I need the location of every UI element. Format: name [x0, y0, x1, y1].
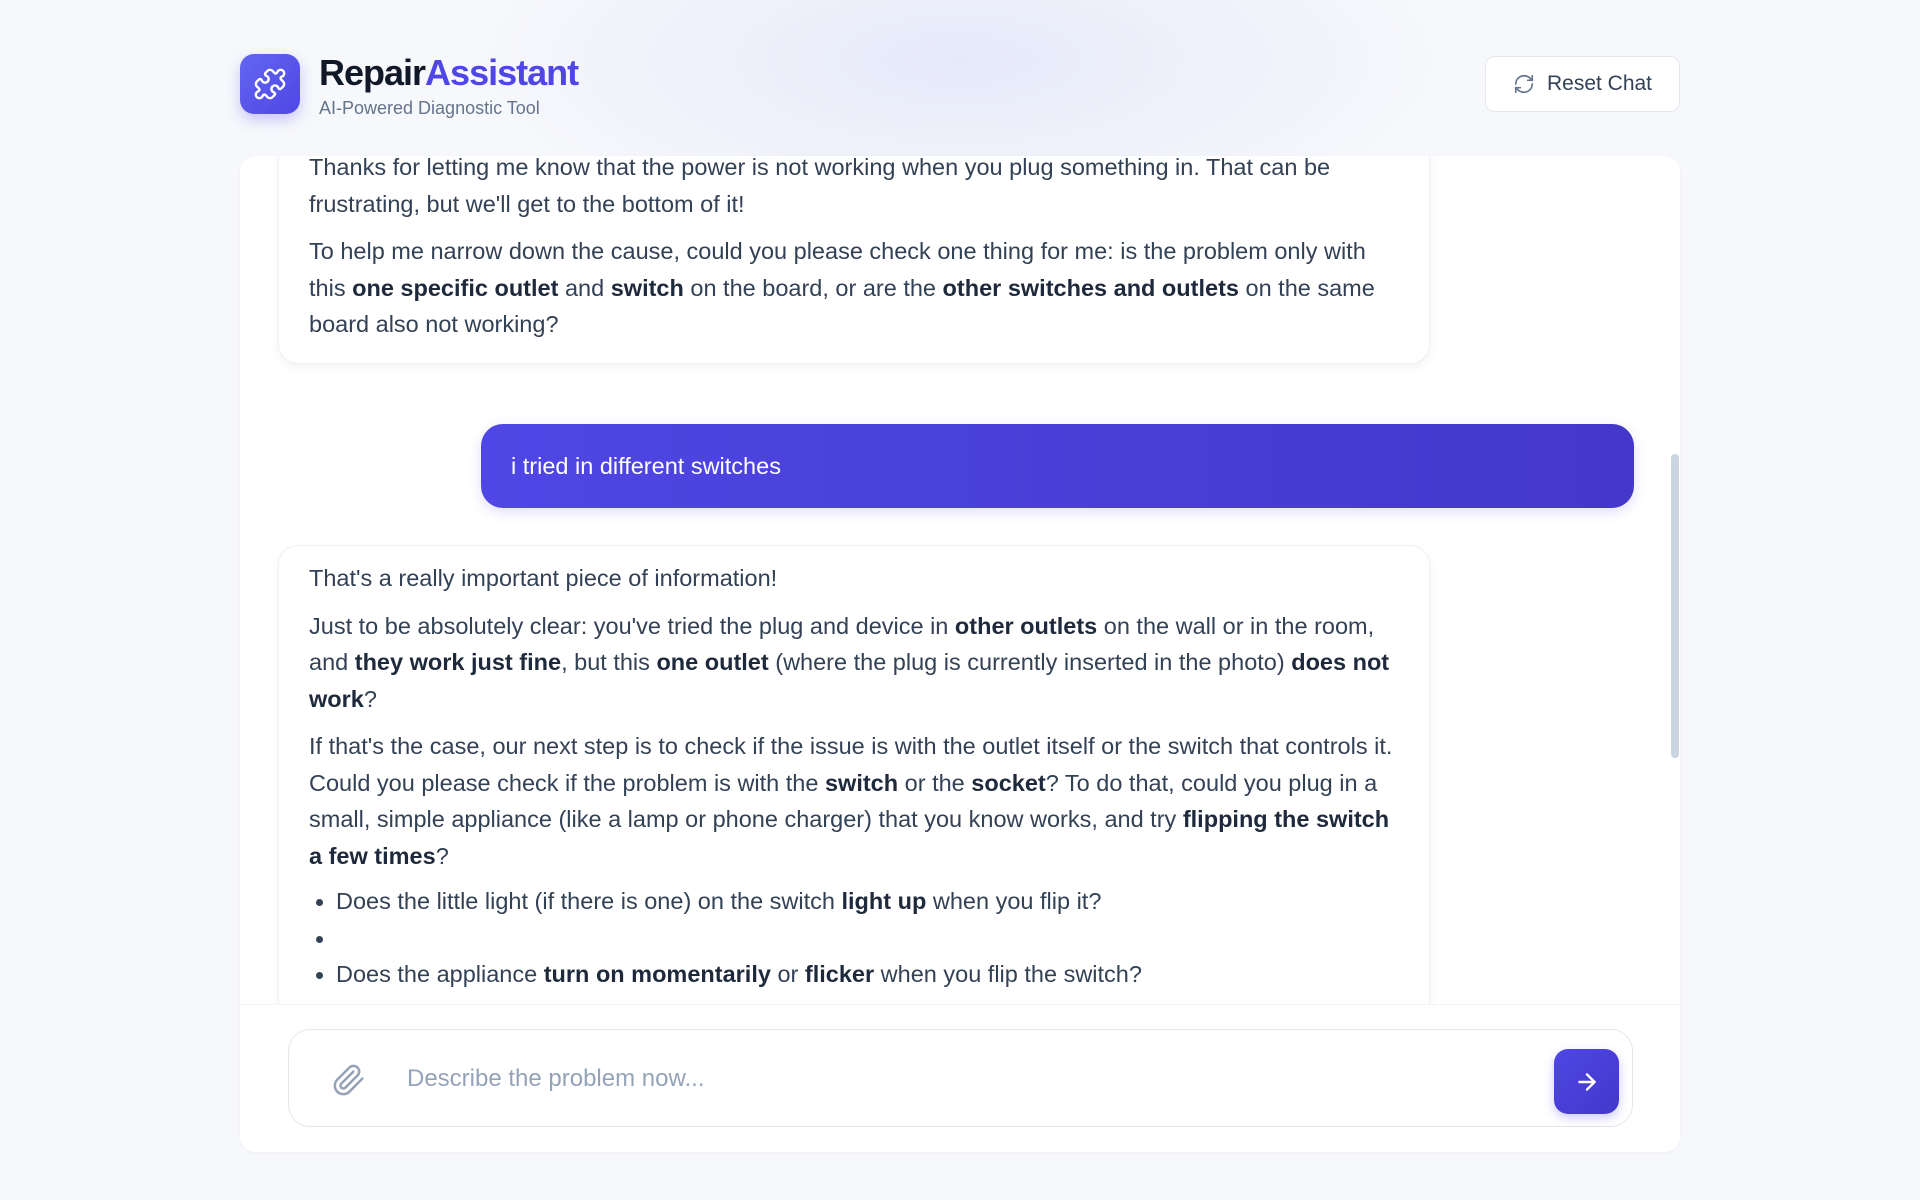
app-title-part1: Repair [319, 52, 426, 93]
reset-chat-label: Reset Chat [1546, 72, 1653, 95]
text-span: on the board, or are the [683, 274, 943, 301]
chat-panel: Thanks for letting me know that the powe… [240, 156, 1680, 1152]
message-paragraph: If that's the case, our next step is to … [309, 728, 1399, 874]
text-span: That's a really important piece of infor… [309, 565, 778, 591]
attach-button[interactable] [329, 1060, 369, 1100]
refresh-icon [1514, 74, 1534, 94]
puzzle-icon [254, 68, 286, 100]
text-span: Just to be absolutely clear: you've trie… [309, 612, 955, 639]
list-item [309, 920, 1399, 957]
bullet-list: Does the little light (if there is one) … [309, 883, 1399, 993]
app-logo [240, 54, 300, 114]
app-header: RepairAssistant AI-Powered Diagnostic To… [240, 53, 1680, 123]
message-paragraph: To help me narrow down the cause, could … [309, 233, 1399, 343]
text-span: when you flip the switch? [874, 961, 1142, 987]
text-span: when you flip it? [926, 888, 1102, 914]
text-span: or the [898, 769, 972, 796]
app-title: RepairAssistant [319, 52, 579, 93]
bold-text: other outlets [954, 612, 1098, 639]
list-item: Does the little light (if there is one) … [309, 883, 1399, 920]
bold-text: switch [610, 274, 684, 301]
text-span: , but this [561, 649, 657, 675]
paperclip-icon [333, 1064, 364, 1096]
composer [240, 1004, 1680, 1152]
bold-text: flicker [804, 961, 875, 987]
problem-input[interactable] [407, 1054, 1407, 1104]
message-paragraph: Thanks for letting me know that the powe… [309, 156, 1399, 222]
text-span: or [770, 961, 805, 987]
text-span: Does the appliance [336, 961, 544, 987]
list-item: Does the appliance turn on momentarily o… [309, 956, 1399, 993]
user-message: i tried in different switches [481, 424, 1634, 508]
bold-text: socket [971, 769, 1046, 796]
composer-box [288, 1029, 1633, 1127]
text-span: and [558, 274, 611, 301]
text-span: Thanks for letting me know that the powe… [309, 156, 1331, 217]
bold-text: switch [824, 769, 899, 796]
message-paragraph: That's a really important piece of infor… [309, 560, 1399, 597]
bold-text: other switches and outlets [942, 274, 1239, 301]
chat-scrollbar[interactable] [1671, 454, 1679, 758]
arrow-right-icon [1577, 1072, 1596, 1091]
text-span: ? [363, 685, 377, 712]
text-span: ? [435, 842, 449, 869]
text-span: Does the little light (if there is one) … [336, 888, 842, 914]
bold-text: light up [841, 888, 927, 914]
assistant-message: That's a really important piece of infor… [278, 545, 1430, 1004]
bold-text: turn on momentarily [543, 961, 771, 987]
message-list[interactable]: Thanks for letting me know that the powe… [240, 156, 1680, 1004]
message-paragraph: Just to be absolutely clear: you've trie… [309, 608, 1399, 718]
user-message-text: i tried in different switches [511, 452, 781, 479]
text-span: (where the plug is currently inserted in… [768, 649, 1292, 675]
app-tagline: AI-Powered Diagnostic Tool [319, 98, 540, 118]
assistant-message: Thanks for letting me know that the powe… [278, 156, 1430, 364]
reset-chat-button[interactable]: Reset Chat [1485, 56, 1680, 112]
bold-text: one specific outlet [352, 274, 559, 301]
send-button[interactable] [1554, 1049, 1619, 1114]
bold-text: one outlet [656, 649, 769, 675]
bold-text: they work just fine [354, 649, 562, 675]
app-title-part2: Assistant [425, 52, 579, 93]
